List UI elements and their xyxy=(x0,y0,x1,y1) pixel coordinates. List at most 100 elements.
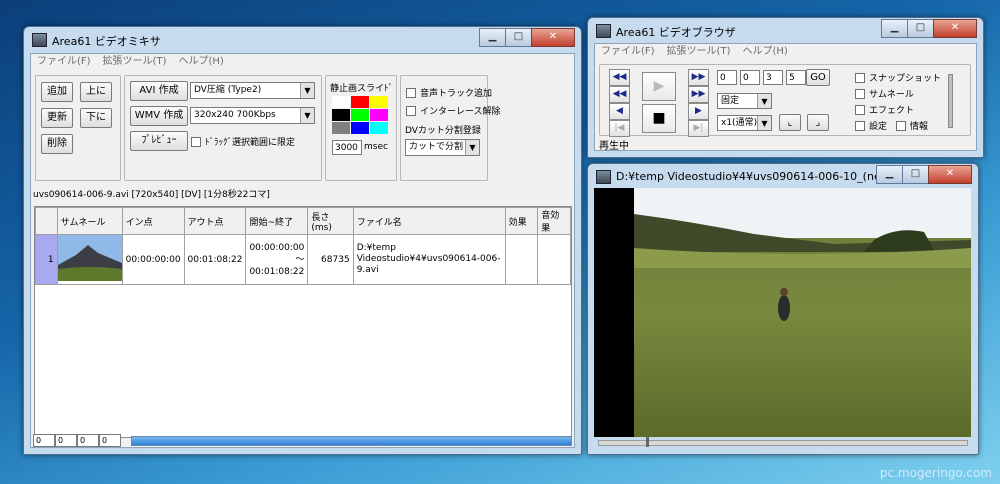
stop-button[interactable]: ■ xyxy=(642,104,676,133)
browser-client: ファイル(F) 拡張ツール(T) ヘルプ(H) ◀◀ ◀◀ ◀ |◀ ▶ ■ ▶… xyxy=(594,43,977,152)
mode-select[interactable]: 固定 ▼ xyxy=(717,93,772,109)
wmv-profile-select[interactable]: 320x240 700Kbps ▼ xyxy=(190,107,315,124)
speed-select[interactable]: x1(通常) ▼ xyxy=(717,115,772,131)
player-titlebar[interactable]: D:¥temp Videostudio¥4¥uvs090614-006-10_(… xyxy=(588,164,978,190)
col-in[interactable]: イン点 xyxy=(121,207,185,235)
preview-button[interactable]: ﾌﾟﾚﾋﾞｭｰ xyxy=(130,131,188,151)
maximize-button[interactable]: □ xyxy=(907,19,934,38)
minimize-button[interactable]: ▁ xyxy=(479,28,506,47)
forward-fast-button[interactable]: ▶▶ xyxy=(688,69,709,86)
snapshot-checkbox[interactable]: スナップショット xyxy=(855,71,941,84)
mixer-titlebar[interactable]: Area61 ビデオミキサ ▁ □ ✕ xyxy=(24,27,581,53)
minimize-button[interactable]: ▁ xyxy=(876,165,903,184)
first-frame-button[interactable]: |◀ xyxy=(609,120,630,137)
table-row[interactable]: 1 00:00:00:00 00:01:08:22 00:00:00:00 ～ xyxy=(35,234,571,285)
delete-button[interactable]: 削除 xyxy=(41,134,73,154)
col-audio-effect[interactable]: 音効果 xyxy=(537,207,571,235)
row-audio-effect xyxy=(537,234,571,285)
col-out[interactable]: アウト点 xyxy=(183,207,247,235)
close-button[interactable]: ✕ xyxy=(933,19,977,38)
menu-file[interactable]: ファイル(F) xyxy=(601,44,655,60)
step-back-button[interactable]: ◀ xyxy=(609,103,630,120)
menu-help[interactable]: ヘルプ(H) xyxy=(178,54,223,70)
swatch-yellow[interactable] xyxy=(370,96,388,108)
swatch-black[interactable] xyxy=(332,109,350,121)
status-field-2[interactable]: 0 xyxy=(55,434,77,447)
col-effect[interactable]: 効果 xyxy=(504,207,539,235)
play-button[interactable]: ▶ xyxy=(642,72,676,101)
wmv-create-button[interactable]: WMV 作成 xyxy=(130,106,188,126)
deinterlace-checkbox[interactable]: インターレース解除 xyxy=(406,104,501,117)
rewind-button[interactable]: ◀◀ xyxy=(609,86,630,103)
clip-table: サムネール イン点 アウト点 開始~終了 長さ(ms) ファイル名 効果 音効果… xyxy=(35,207,571,285)
effect-label: エフェクト xyxy=(869,106,915,116)
down-button[interactable]: 下に xyxy=(80,108,112,128)
time-frame-input[interactable]: 5 xyxy=(786,70,806,85)
thumbnail-checkbox[interactable]: サムネール xyxy=(855,87,914,100)
update-button[interactable]: 更新 xyxy=(41,108,73,128)
row-file-line1: D:¥temp xyxy=(356,243,396,253)
minimize-button[interactable]: ▁ xyxy=(881,19,908,38)
video-frame[interactable] xyxy=(594,188,971,437)
seek-thumb[interactable] xyxy=(646,436,649,447)
swatch-white[interactable] xyxy=(332,96,350,108)
seek-slider[interactable] xyxy=(598,440,968,446)
wmv-profile-value: 320x240 700Kbps xyxy=(194,110,276,120)
video-mixer-window: Area61 ビデオミキサ ▁ □ ✕ ファイル(F) 拡張ツール(T) ヘルプ… xyxy=(23,26,582,455)
status-field-4[interactable]: 0 xyxy=(99,434,121,447)
forward-button[interactable]: ▶▶ xyxy=(688,86,709,103)
volume-slider[interactable] xyxy=(948,74,953,128)
col-length[interactable]: 長さ(ms) xyxy=(307,207,354,235)
maximize-button[interactable]: □ xyxy=(505,28,532,47)
time-second-input[interactable]: 3 xyxy=(763,70,783,85)
time-minute-input[interactable]: 0 xyxy=(740,70,760,85)
dv-cut-select[interactable]: カットで分割 ▼ xyxy=(405,139,480,156)
maximize-button[interactable]: □ xyxy=(902,165,929,184)
browser-titlebar[interactable]: Area61 ビデオブラウザ ▁ □ ✕ xyxy=(588,18,983,44)
swatch-cyan[interactable] xyxy=(370,122,388,134)
color-swatch-grid[interactable] xyxy=(332,96,389,135)
mark-out-button[interactable]: ⌟ xyxy=(807,114,829,131)
msec-input[interactable]: 3000 xyxy=(332,140,362,155)
clip-list[interactable]: サムネール イン点 アウト点 開始~終了 長さ(ms) ファイル名 効果 音効果… xyxy=(34,206,572,438)
swatch-red[interactable] xyxy=(351,96,369,108)
col-range[interactable]: 開始~終了 xyxy=(245,207,309,235)
up-button[interactable]: 上に xyxy=(80,82,112,102)
go-button[interactable]: GO xyxy=(806,69,830,86)
col-filename[interactable]: ファイル名 xyxy=(352,207,506,235)
drag-range-checkbox[interactable]: ﾄﾞﾗｯｸﾞ選択範囲に限定 xyxy=(191,135,295,148)
close-button[interactable]: ✕ xyxy=(928,165,972,184)
avi-codec-value: DV圧縮 (Type2) xyxy=(194,85,262,95)
effect-checkbox[interactable]: エフェクト xyxy=(855,103,914,116)
browser-menubar: ファイル(F) 拡張ツール(T) ヘルプ(H) xyxy=(595,44,976,60)
swatch-magenta[interactable] xyxy=(370,109,388,121)
step-forward-button[interactable]: ▶ xyxy=(688,103,709,120)
avi-codec-select[interactable]: DV圧縮 (Type2) ▼ xyxy=(190,82,315,99)
row-out: 00:01:08:22 xyxy=(183,234,247,285)
avi-create-button[interactable]: AVI 作成 xyxy=(130,81,188,101)
add-button[interactable]: 追加 xyxy=(41,82,73,102)
mixer-client: ファイル(F) 拡張ツール(T) ヘルプ(H) 追加 上に 更新 下に 削除 A… xyxy=(30,53,575,448)
swatch-gray[interactable] xyxy=(332,122,350,134)
row-effect xyxy=(504,234,539,285)
settings-checkbox[interactable]: 設定 xyxy=(855,119,887,132)
swatch-green[interactable] xyxy=(351,109,369,121)
info-checkbox[interactable]: 情報 xyxy=(896,119,928,132)
deinterlace-label: インターレース解除 xyxy=(420,107,501,117)
row-range: 00:00:00:00 ～ 00:01:08:22 xyxy=(245,234,309,285)
swatch-blue[interactable] xyxy=(351,122,369,134)
time-hour-input[interactable]: 0 xyxy=(717,70,737,85)
menu-help[interactable]: ヘルプ(H) xyxy=(742,44,787,60)
status-field-1[interactable]: 0 xyxy=(33,434,55,447)
rewind-fast-button[interactable]: ◀◀ xyxy=(609,69,630,86)
menu-extensions[interactable]: 拡張ツール(T) xyxy=(103,54,167,70)
menu-file[interactable]: ファイル(F) xyxy=(37,54,91,70)
mark-in-button[interactable]: ⌞ xyxy=(779,114,801,131)
audio-track-checkbox[interactable]: 音声トラック追加 xyxy=(406,86,492,99)
mode-value: 固定 xyxy=(721,96,740,106)
col-thumbnail[interactable]: サムネール xyxy=(56,207,123,235)
close-button[interactable]: ✕ xyxy=(531,28,575,47)
status-field-3[interactable]: 0 xyxy=(77,434,99,447)
menu-extensions[interactable]: 拡張ツール(T) xyxy=(667,44,731,60)
last-frame-button[interactable]: ▶| xyxy=(688,120,709,137)
